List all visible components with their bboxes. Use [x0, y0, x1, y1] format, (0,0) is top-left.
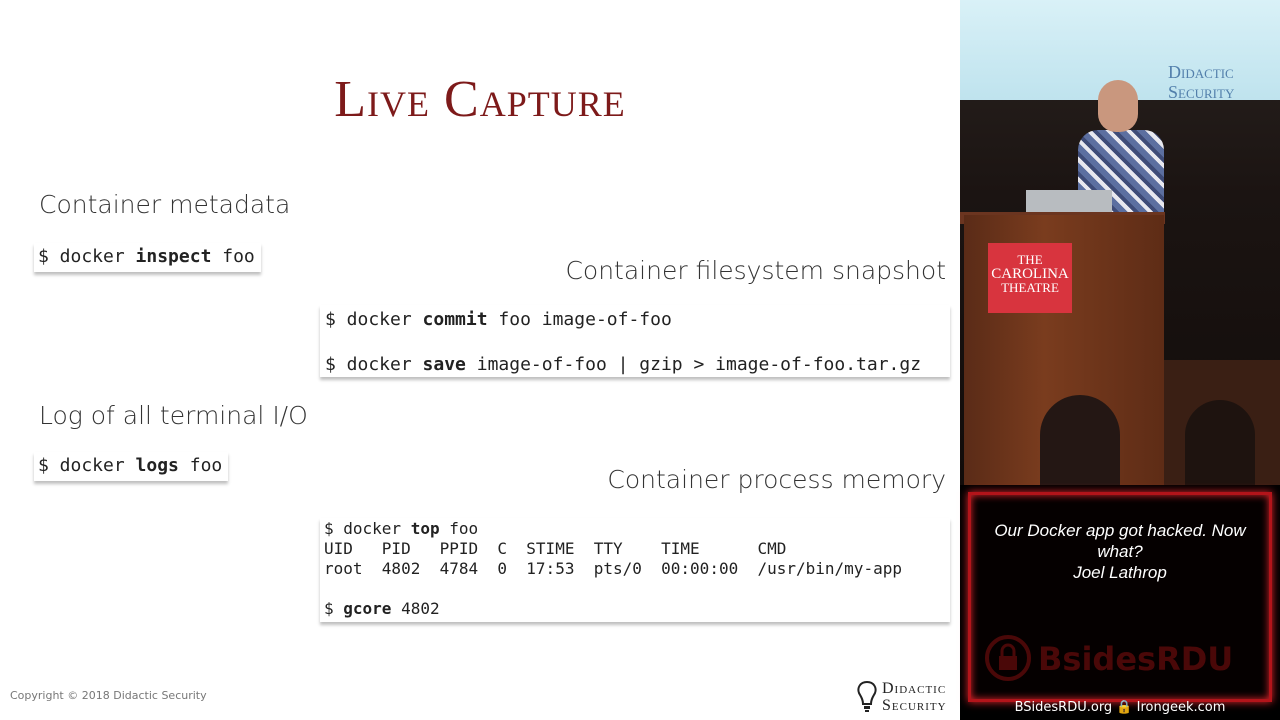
slide-title: Live Capture [334, 71, 626, 128]
code-docker-logs: $ docker logs foo [34, 452, 229, 481]
code-docker-commit-save: $ docker commit foo image-of-foo $ docker… [320, 305, 950, 377]
top-row-line: root 4802 4784 0 17:53 pts/0 00:00:00 /u… [324, 559, 902, 578]
talk-info: Our Docker app got hacked. Now what? Joe… [976, 520, 1264, 583]
padlock-icon [985, 635, 1031, 681]
bsides-text: BsidesRDU [1038, 640, 1234, 678]
bsides-logo: BsidesRDU [980, 632, 1270, 682]
speaker-video: Didactic Security THE CAROLINA THEATRE [960, 0, 1280, 485]
audience-head [1040, 395, 1120, 485]
podium-sign: THE CAROLINA THEATRE [988, 243, 1072, 313]
footer-links: BSidesRDU.org 🔒 Irongeek.com [1014, 700, 1226, 715]
speaker-name: Joel Lathrop [1073, 563, 1167, 582]
didactic-security-logo: Didactic Security [856, 680, 960, 716]
heading-container-metadata: Container metadata [39, 190, 291, 219]
top-line: $ docker top foo [324, 519, 479, 538]
save-line: $ docker save image-of-foo | gzip > imag… [325, 354, 922, 375]
presentation-slide: Live Capture Container metadata $ docker… [0, 0, 960, 720]
heading-filesystem-snapshot: Container filesystem snapshot [565, 256, 946, 285]
heading-process-memory: Container process memory [607, 465, 946, 494]
backdrop-logo: Didactic Security [1168, 62, 1235, 102]
talk-title: Our Docker app got hacked. Now what? [994, 521, 1246, 561]
commit-line: $ docker commit foo image-of-foo [325, 309, 672, 330]
lightbulb-icon [857, 680, 877, 712]
code-docker-inspect: $ docker inspect foo [34, 243, 261, 272]
top-header-line: UID PID PPID C STIME TTY TIME CMD [324, 539, 787, 558]
heading-terminal-log: Log of all terminal I/O [39, 401, 308, 430]
code-docker-top-gcore: $ docker top foo UID PID PPID C STIME TTY… [320, 518, 950, 622]
copyright-text: Copyright © 2018 Didactic Security [10, 689, 207, 702]
gcore-line: $ gcore 4802 [324, 599, 440, 618]
audience-head [1185, 400, 1255, 485]
